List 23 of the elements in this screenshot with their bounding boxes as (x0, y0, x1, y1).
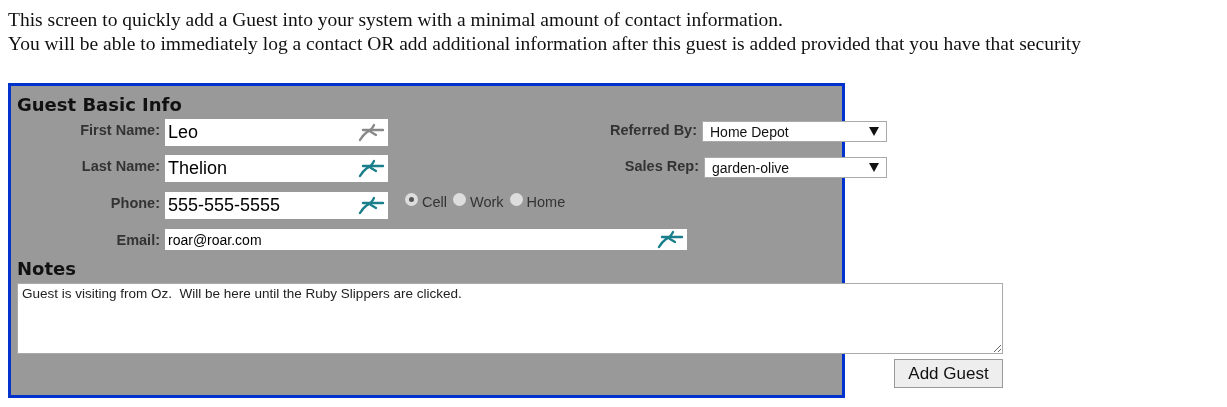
section-title: Notes (17, 258, 76, 280)
field-label: Referred By: (608, 121, 697, 138)
caret-icon (869, 127, 879, 136)
add-guest-button[interactable]: Add Guest (894, 359, 1003, 388)
caret-icon (869, 163, 879, 172)
field-label: Phone: (109, 194, 160, 211)
text-field[interactable]: 555-555-5555 (165, 192, 388, 219)
field-label: Email: (115, 231, 160, 248)
field-label: Last Name: (80, 157, 160, 174)
dropdown[interactable]: garden-olive (704, 157, 887, 178)
dropdown[interactable]: Home Depot (702, 121, 887, 142)
text-field[interactable]: roar@roar.com (165, 229, 687, 250)
radio-option[interactable]: Work (453, 194, 504, 210)
section-title: Guest Basic Info (17, 94, 182, 116)
radio-option[interactable]: Home (509, 194, 566, 210)
intro-text: You will be able to immediately log a contact OR add additional information after this guest is added provided that you have that security (8, 32, 1082, 56)
radio-option[interactable]: Cell (405, 194, 447, 210)
intro-text: This screen to quickly add a Guest into your system with a minimal amount of contact information. (8, 8, 784, 32)
field-label: Sales Rep: (623, 157, 699, 174)
text-field[interactable]: Thelion (165, 155, 388, 182)
text-field[interactable]: Leo (165, 119, 388, 146)
notes-field[interactable]: Guest is visiting from Oz. Will be here until the Ruby Slippers are clicked. (17, 283, 1003, 354)
field-label: First Name: (79, 121, 160, 138)
